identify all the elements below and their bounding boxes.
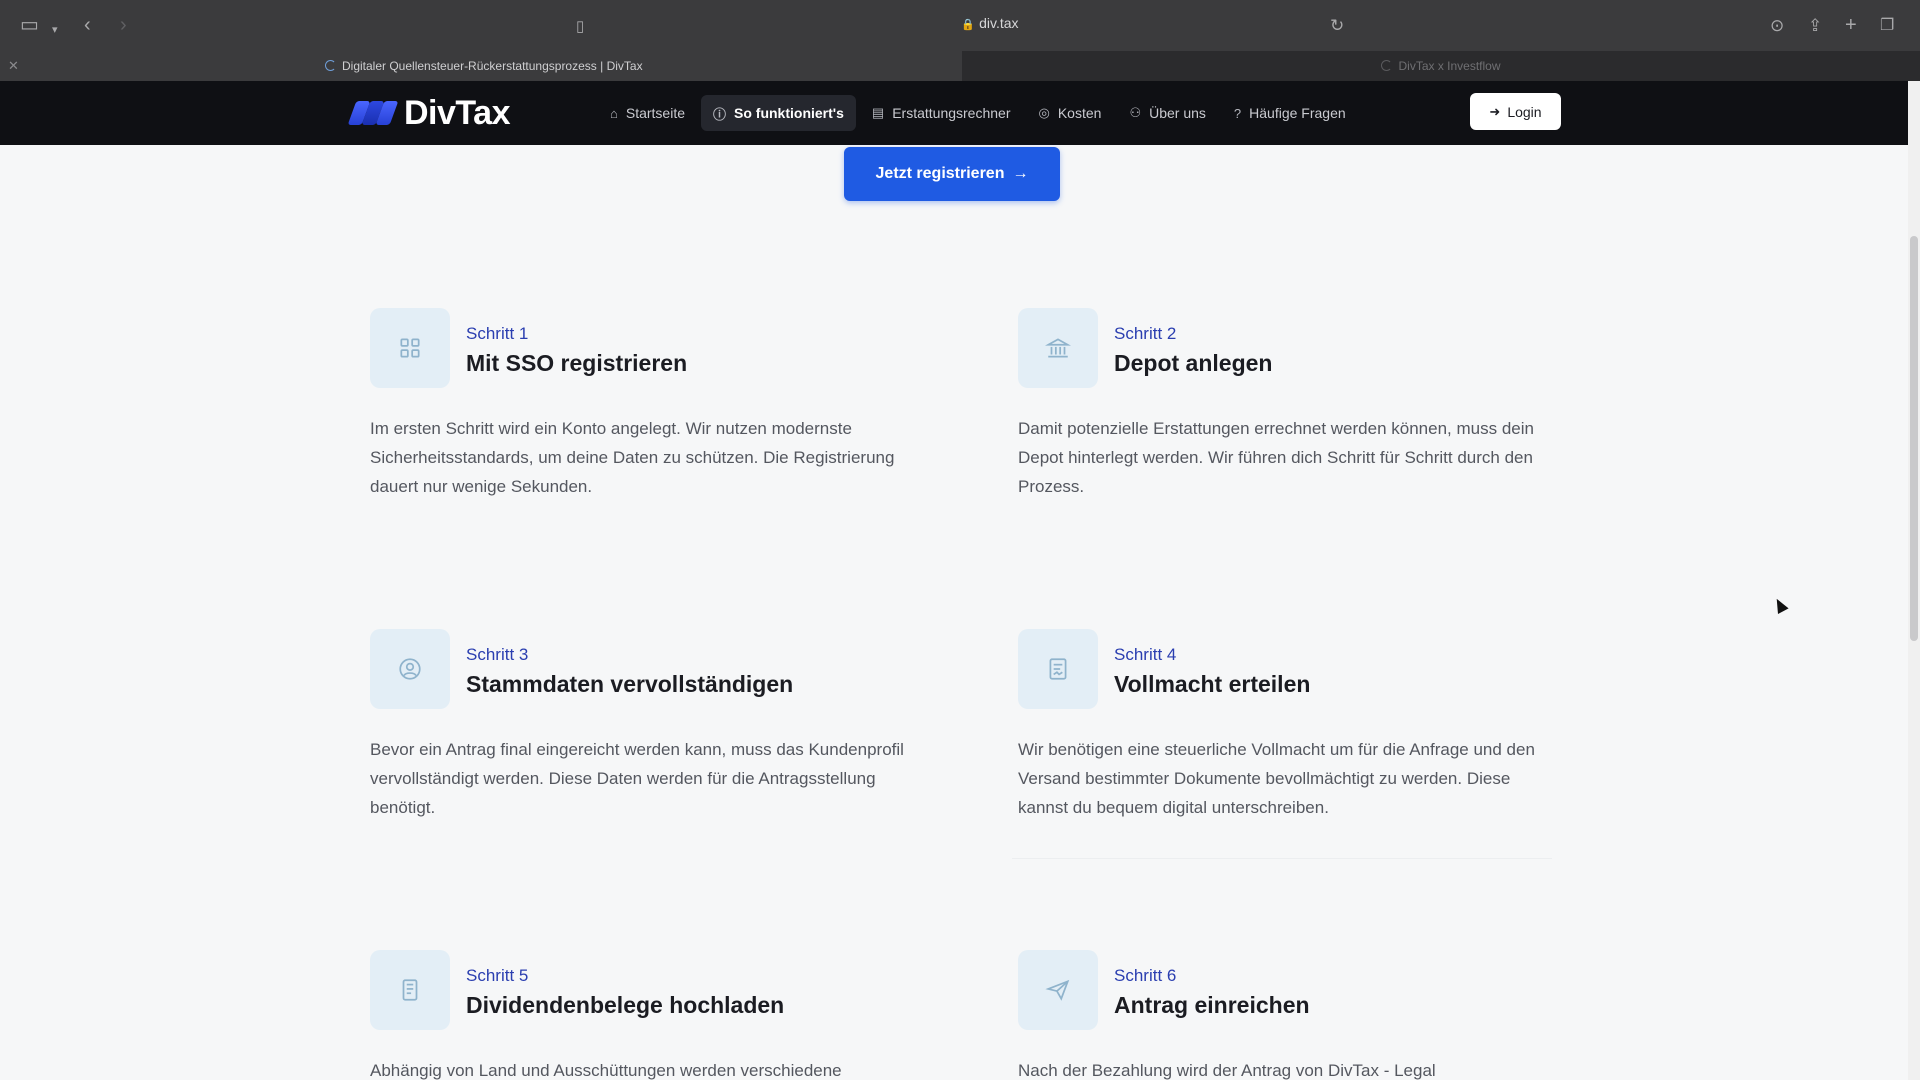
logo-text: DivTax: [404, 93, 510, 132]
step-card: Schritt 5 Dividendenbelege hochladen Abh…: [370, 950, 910, 1080]
step-title: Depot anlegen: [1114, 350, 1273, 376]
nav-item-erstattungsrechner[interactable]: ▤ Erstattungsrechner: [860, 95, 1023, 131]
main-content: Jetzt registrieren → Schritt 1 Mit SSO re…: [0, 145, 1920, 1080]
scrollbar-thumb[interactable]: [1910, 236, 1918, 641]
forward-icon[interactable]: ›: [120, 13, 127, 37]
reader-icon[interactable]: ▯: [576, 15, 584, 39]
sidebar-toggle-icon[interactable]: ▭: [20, 13, 39, 37]
step-title: Mit SSO registrieren: [466, 350, 688, 376]
file-upload-icon: [370, 950, 450, 1030]
login-label: Login: [1507, 103, 1542, 120]
nav-label: Über uns: [1149, 105, 1206, 121]
tab-active[interactable]: ✕ Digitaler Quellensteuer-Rückerstattung…: [0, 51, 962, 81]
login-icon: ➜: [1489, 103, 1501, 119]
arrow-right-icon: →: [1012, 165, 1029, 182]
document-sign-icon: [1018, 629, 1098, 709]
nav-label: Kosten: [1057, 105, 1102, 121]
nav-label: Startseite: [625, 105, 685, 121]
chevron-down-icon[interactable]: ▾: [52, 18, 58, 42]
step-description: Wir benötigen eine steuerliche Vollmacht…: [1018, 740, 1535, 817]
home-icon: ⌂: [610, 105, 618, 121]
site-header: DivTax ⌂ Startseite ⓘ So funktioniert's ▤ E…: [0, 81, 1920, 145]
step-description: Im ersten Schritt wird ein Konto angeleg…: [370, 419, 895, 496]
lock-icon: 🔒: [961, 19, 976, 31]
tab-title: Digitaler Quellensteuer-Rückerstattungsp…: [342, 59, 643, 73]
step-title: Antrag einreichen: [1114, 992, 1310, 1018]
nav-label: Erstattungsrechner: [892, 105, 1011, 121]
step-description: Nach der Bezahlung wird der Antrag von D…: [1018, 1061, 1436, 1080]
loading-icon: [1381, 60, 1393, 71]
step-card: Schritt 4 Vollmacht erteilen Wir benötig…: [1018, 629, 1558, 829]
bank-icon: [1018, 308, 1098, 388]
users-icon: ⚇: [1129, 105, 1142, 120]
page-scrollbar[interactable]: [1908, 81, 1920, 1080]
step-description: Abhängig von Land und Ausschüttungen wer…: [370, 1061, 842, 1080]
divider: [1012, 858, 1552, 859]
question-icon: ?: [1233, 105, 1242, 121]
tab-title: DivTax x Investflow: [1398, 59, 1501, 73]
login-button[interactable]: ➜ Login: [1470, 93, 1561, 130]
coins-icon: ◎: [1038, 105, 1050, 120]
nav-item-startseite[interactable]: ⌂ Startseite: [598, 95, 697, 131]
step-number: Schritt 2: [1114, 324, 1177, 343]
send-icon: [1018, 950, 1098, 1030]
logo-mark-icon: [347, 101, 399, 125]
tab-content: Digitaler Quellensteuer-Rückerstattungsp…: [325, 51, 643, 81]
step-description: Damit potenzielle Erstattungen errechnet…: [1018, 419, 1534, 496]
step-description: Bevor ein Antrag final eingereicht werde…: [370, 740, 904, 817]
step-card: Schritt 1 Mit SSO registrieren Im ersten…: [370, 308, 910, 508]
reload-icon[interactable]: ↻: [1330, 14, 1344, 38]
nav-item-haeufige-fragen[interactable]: ? Häufige Fragen: [1222, 95, 1358, 131]
step-number: Schritt 4: [1114, 645, 1177, 664]
info-icon: ⓘ: [713, 106, 727, 122]
tab-overview-icon[interactable]: ❐: [1880, 14, 1894, 38]
nav-label: Häufige Fragen: [1249, 105, 1346, 121]
new-tab-icon[interactable]: +: [1845, 13, 1857, 37]
step-title: Stammdaten vervollständigen: [466, 671, 794, 697]
step-card: Schritt 3 Stammdaten vervollständigen Be…: [370, 629, 910, 829]
nav-item-so-funktionierts[interactable]: ⓘ So funktioniert's: [701, 95, 856, 131]
url-text: div.tax: [979, 15, 1019, 31]
main-nav: ⌂ Startseite ⓘ So funktioniert's ▤ Erstattu…: [598, 95, 1362, 131]
calculator-icon: ▤: [871, 105, 885, 120]
step-title: Vollmacht erteilen: [1114, 671, 1311, 697]
user-icon: [370, 629, 450, 709]
nav-label: So funktioniert's: [734, 105, 844, 121]
nav-item-ueber-uns[interactable]: ⚇ Über uns: [1117, 95, 1217, 131]
loading-icon: [325, 60, 336, 71]
step-number: Schritt 6: [1114, 966, 1177, 985]
step-card: Schritt 2 Depot anlegen Damit potenziell…: [1018, 308, 1558, 508]
back-icon[interactable]: ‹: [84, 13, 91, 37]
step-number: Schritt 5: [466, 966, 529, 985]
step-card: Schritt 6 Antrag einreichen Nach der Bez…: [1018, 950, 1558, 1080]
address-bar[interactable]: 🔒 div.tax: [930, 15, 1050, 31]
step-title: Dividendenbelege hochladen: [466, 992, 785, 1018]
register-button[interactable]: Jetzt registrieren →: [844, 147, 1060, 201]
step-number: Schritt 3: [466, 645, 529, 664]
share-icon[interactable]: ⇪: [1808, 14, 1822, 38]
browser-window: ▭ ▾ ‹ › ▯ 🔒 div.tax ↻ ⊙ ⇪ + ❐ ✕ Digitaler…: [0, 0, 1920, 1080]
register-label: Jetzt registrieren: [875, 165, 1005, 182]
close-icon[interactable]: ✕: [8, 51, 19, 81]
step-number: Schritt 1: [466, 324, 529, 343]
browser-toolbar: ▭ ▾ ‹ › ▯ 🔒 div.tax ↻ ⊙ ⇪ + ❐: [0, 0, 1920, 51]
logo[interactable]: DivTax: [347, 93, 510, 133]
download-icon[interactable]: ⊙: [1770, 14, 1784, 38]
nav-item-kosten[interactable]: ◎ Kosten: [1027, 95, 1114, 131]
tab-strip: ✕ Digitaler Quellensteuer-Rückerstattung…: [0, 51, 1920, 81]
tab-inactive[interactable]: DivTax x Investflow: [962, 51, 1920, 81]
grid-icon: [370, 308, 450, 388]
